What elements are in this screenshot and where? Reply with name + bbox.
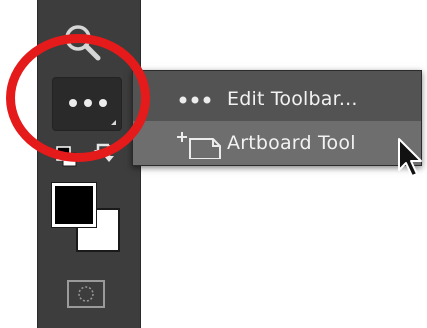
menu-item-edit-toolbar[interactable]: Edit Toolbar... <box>133 77 421 121</box>
menu-item-label: Edit Toolbar... <box>227 88 358 110</box>
menu-item-artboard-tool[interactable]: Artboard Tool <box>133 121 421 165</box>
annotation-circle <box>6 34 150 162</box>
mouse-pointer-icon <box>398 138 422 177</box>
ellipsis-icon <box>179 96 211 104</box>
foreground-color-swatch[interactable] <box>52 183 96 227</box>
quick-mask-icon[interactable] <box>66 279 106 309</box>
artboard-icon <box>177 132 221 159</box>
toolbar-flyout-menu: Edit Toolbar... Artboard Tool <box>132 70 422 166</box>
menu-item-label: Artboard Tool <box>227 132 356 154</box>
